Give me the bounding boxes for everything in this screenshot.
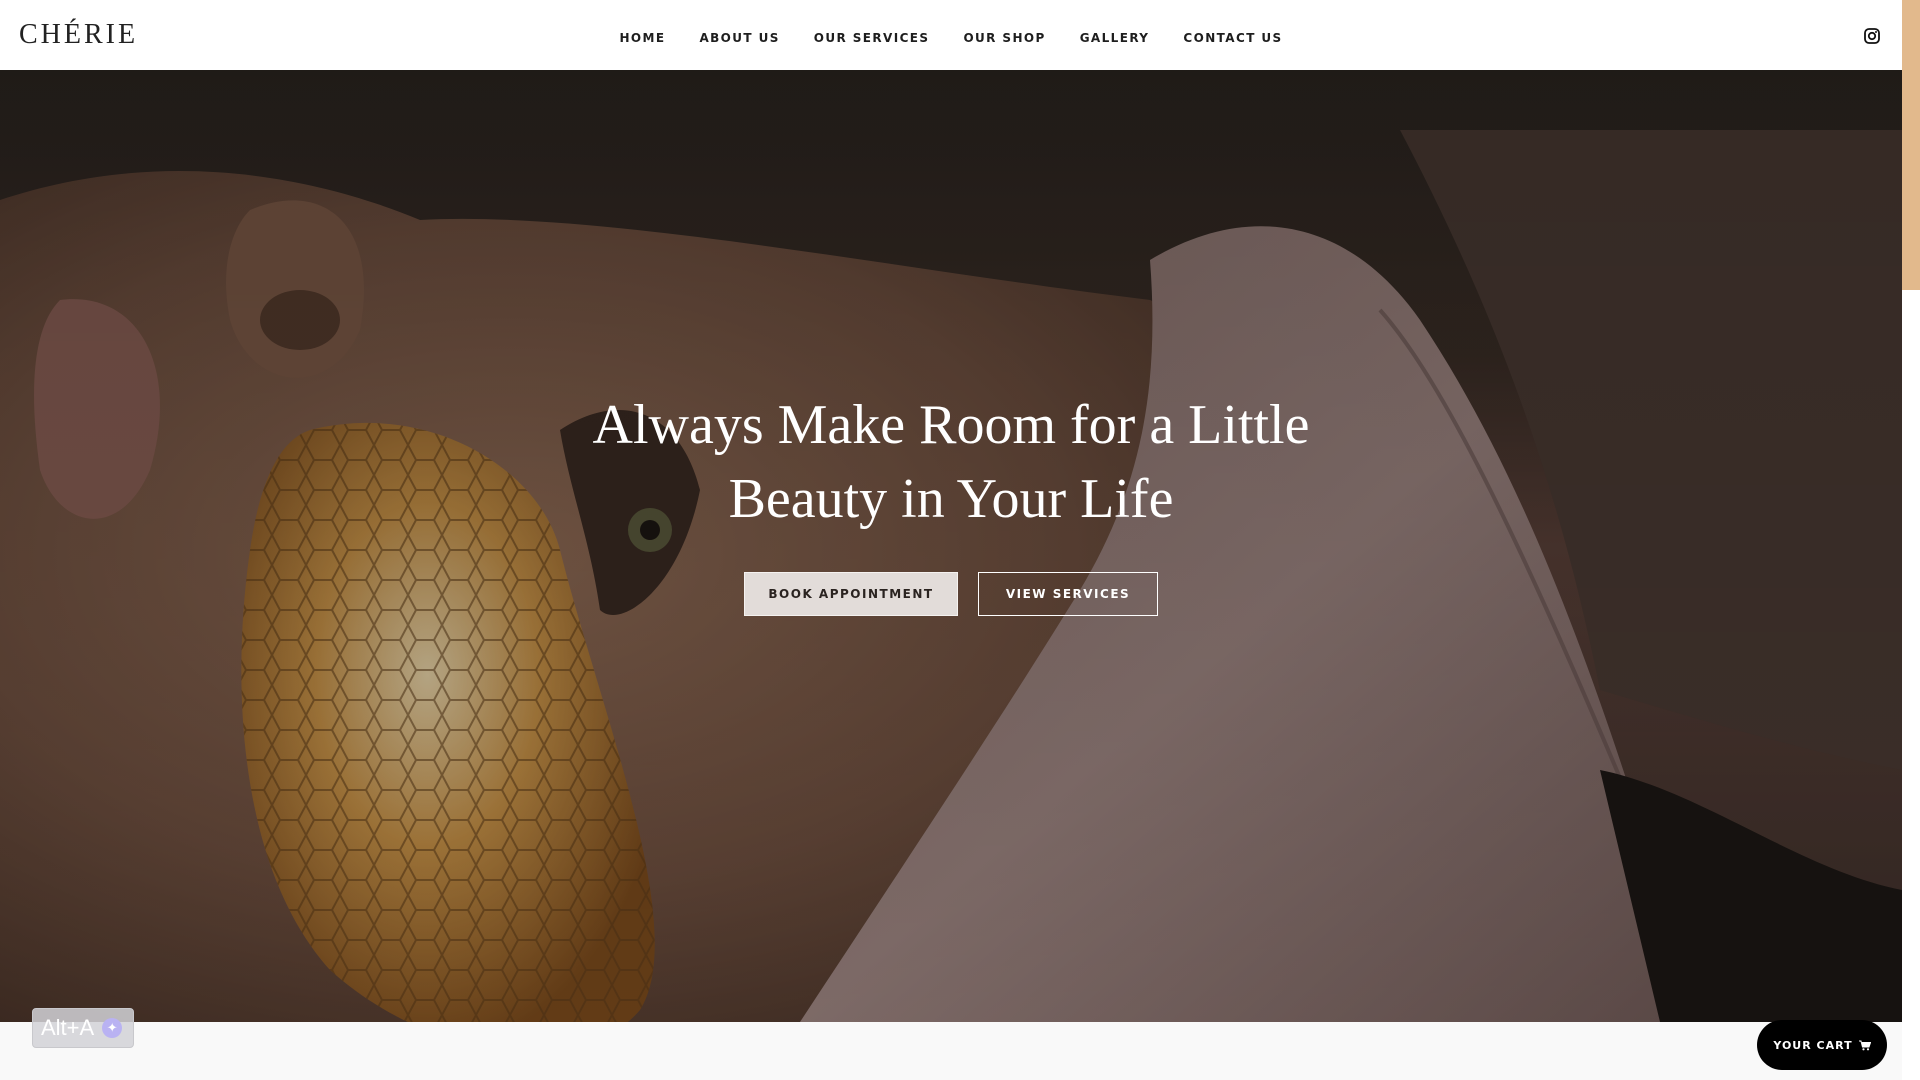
accessibility-icon: ✦ [102,1018,123,1038]
hero-content: Always Make Room for a Little Beauty in … [0,388,1902,616]
nav-about-us[interactable]: ABOUT US [699,31,779,45]
main-nav: HOME ABOUT US OUR SERVICES OUR SHOP GALL… [0,0,1902,76]
nav-home[interactable]: HOME [619,31,665,45]
hero-section: Always Make Room for a Little Beauty in … [0,70,1902,1022]
accessibility-shortcut-badge[interactable]: Alt+A ✦ [32,1008,134,1048]
cart-label: YOUR CART [1773,1038,1853,1052]
scrollbar-thumb[interactable] [1902,0,1920,290]
hero-headline: Always Make Room for a Little Beauty in … [592,394,1310,530]
page: CHÉRIE HOME ABOUT US OUR SERVICES OUR SH… [0,0,1920,1080]
nav-contact-us[interactable]: CONTACT US [1183,31,1282,45]
nav-gallery[interactable]: GALLERY [1080,31,1150,45]
cart-icon [1858,1040,1871,1050]
site-header: CHÉRIE HOME ABOUT US OUR SERVICES OUR SH… [0,0,1902,70]
book-appointment-button[interactable]: BOOK APPOINTMENT [744,572,958,616]
nav-our-services[interactable]: OUR SERVICES [814,31,930,45]
hero-buttons: BOOK APPOINTMENT VIEW SERVICES [0,572,1902,616]
view-services-button[interactable]: VIEW SERVICES [978,572,1158,616]
accessibility-shortcut-label: Alt+A [41,1015,95,1040]
instagram-icon[interactable] [1864,28,1880,44]
your-cart-button[interactable]: YOUR CART [1757,1020,1887,1070]
nav-our-shop[interactable]: OUR SHOP [963,31,1045,45]
